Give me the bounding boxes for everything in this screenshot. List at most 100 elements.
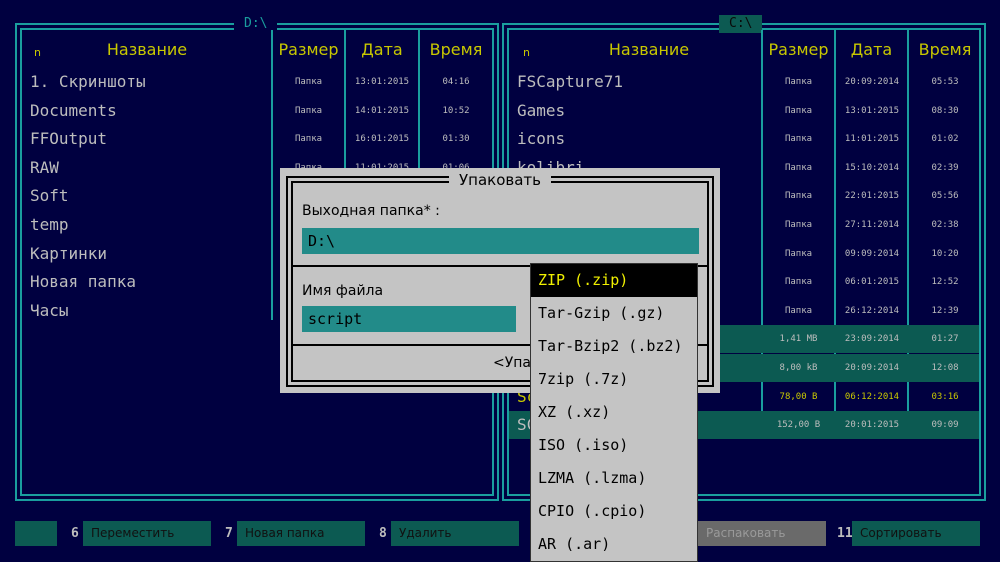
file-date: 20:09:2014: [844, 363, 900, 373]
column-header-time[interactable]: Время: [909, 40, 981, 59]
file-date: 06:12:2014: [844, 391, 900, 402]
filename-label: Имя файла: [302, 283, 384, 299]
file-time: 08:30: [931, 105, 959, 116]
file-row[interactable]: Games Папка 13:01:2015 08:30: [509, 97, 979, 125]
file-date: 14:01:2015: [354, 105, 410, 116]
file-row[interactable]: 1. Скриншоты Папка 13:01:2015 04:16: [22, 68, 492, 96]
column-header-name[interactable]: Название: [559, 40, 739, 59]
file-name: FFOutput: [30, 129, 108, 149]
file-date: 13:01:2015: [844, 105, 900, 116]
file-time: 10:52: [442, 105, 470, 116]
file-size: Папка: [784, 105, 813, 116]
file-date: 23:09:2014: [844, 334, 900, 345]
sort-button[interactable]: Сортировать: [852, 521, 980, 546]
dialog-title-text: Упаковать: [449, 171, 551, 189]
file-time: 05:53: [931, 77, 959, 87]
archive-format-dropdown[interactable]: ZIP (.zip) Tar-Gzip (.gz) Tar-Bzip2 (.bz2)…: [530, 263, 698, 562]
column-header-size[interactable]: Размер: [763, 40, 834, 59]
fkey-8-number: 8: [379, 526, 387, 541]
file-name: Games: [517, 100, 566, 120]
file-time: 09:09: [931, 420, 959, 431]
file-size: Папка: [784, 305, 813, 316]
file-time: 12:08: [931, 363, 959, 373]
format-option[interactable]: CPIO (.cpio): [531, 495, 697, 528]
file-name: Soft: [30, 186, 69, 206]
file-date: 27:11:2014: [844, 220, 900, 230]
output-folder-input[interactable]: D:\: [302, 228, 699, 254]
file-time: 05:56: [931, 191, 959, 202]
file-date: 13:01:2015: [354, 77, 410, 87]
file-time: 01:02: [931, 134, 959, 145]
file-time: 02:39: [931, 162, 959, 173]
format-option[interactable]: 7zip (.7z): [531, 363, 697, 396]
fkey-6-number: 6: [71, 526, 79, 541]
format-option[interactable]: AR (.ar): [531, 528, 697, 561]
filename-input[interactable]: script: [302, 306, 516, 332]
file-date: 22:01:2015: [844, 191, 900, 202]
format-option[interactable]: Tar-Gzip (.gz): [531, 297, 697, 330]
file-name: icons: [517, 129, 566, 149]
file-date: 06:01:2015: [844, 277, 900, 288]
file-row[interactable]: FSCapture71 Папка 20:09:2014 05:53: [509, 68, 979, 96]
file-size: 8,00 kB: [779, 363, 818, 373]
file-time: 02:38: [931, 220, 959, 230]
column-header-date[interactable]: Дата: [836, 40, 907, 59]
fkey-5-button[interactable]: [15, 521, 57, 546]
file-time: 01:27: [931, 334, 959, 345]
new-folder-button[interactable]: Новая папка: [237, 521, 365, 546]
file-size: Папка: [294, 134, 323, 145]
format-option[interactable]: Tar-Bzip2 (.bz2): [531, 330, 697, 363]
column-header-date[interactable]: Дата: [346, 40, 418, 59]
file-size: Папка: [784, 248, 813, 259]
file-name: temp: [30, 215, 69, 234]
column-header-time[interactable]: Время: [420, 40, 492, 59]
file-size: Папка: [294, 77, 323, 87]
file-time: 12:52: [931, 277, 959, 288]
file-name: 1. Скриншоты: [30, 72, 146, 91]
fkey-7-number: 7: [225, 526, 233, 541]
file-time: 12:39: [931, 305, 959, 316]
output-folder-label: Выходная папка* :: [302, 203, 440, 219]
file-name: Documents: [30, 100, 117, 120]
file-size: Папка: [784, 220, 813, 230]
file-row[interactable]: FFOutput Папка 16:01:2015 01:30: [22, 125, 492, 153]
move-button[interactable]: Переместить: [83, 521, 211, 546]
file-time: 01:30: [442, 134, 470, 145]
file-size: Папка: [784, 77, 813, 87]
file-date: 15:10:2014: [844, 162, 900, 173]
column-header-n[interactable]: n: [34, 46, 41, 59]
file-date: 20:09:2014: [844, 77, 900, 87]
file-name: RAW: [30, 157, 59, 177]
column-header-name[interactable]: Название: [62, 40, 232, 59]
file-size: Папка: [784, 277, 813, 288]
file-name: Картинки: [30, 243, 108, 263]
file-name: Часы: [30, 300, 69, 320]
dialog-title: Упаковать: [293, 170, 707, 189]
format-option[interactable]: XZ (.xz): [531, 396, 697, 429]
file-time: 10:20: [931, 248, 959, 259]
file-size: 152,00 B: [776, 420, 821, 431]
file-time: 04:16: [442, 77, 470, 87]
column-header-n[interactable]: n: [523, 46, 530, 59]
file-size: Папка: [784, 162, 813, 173]
file-date: 26:12:2014: [844, 305, 900, 316]
file-row[interactable]: Documents Папка 14:01:2015 10:52: [22, 97, 492, 125]
fkey-11-number: 11: [837, 526, 853, 541]
file-size: Папка: [294, 105, 323, 116]
file-date: 09:09:2014: [844, 248, 900, 259]
delete-button[interactable]: Удалить: [391, 521, 519, 546]
format-option[interactable]: LZMA (.lzma): [531, 462, 697, 495]
column-header-size[interactable]: Размер: [273, 40, 344, 59]
file-size: 1,41 MB: [779, 334, 818, 345]
format-option[interactable]: ISO (.iso): [531, 429, 697, 462]
format-option[interactable]: ZIP (.zip): [531, 264, 697, 297]
file-size: Папка: [784, 191, 813, 202]
file-date: 11:01:2015: [844, 134, 900, 145]
file-time: 03:16: [931, 391, 959, 402]
unpack-button[interactable]: Распаковать: [698, 521, 826, 546]
file-name: FSCapture71: [517, 72, 623, 91]
file-row[interactable]: icons Папка 11:01:2015 01:02: [509, 125, 979, 153]
file-size: 78,00 B: [779, 391, 818, 402]
right-drive-label[interactable]: C:\: [719, 15, 763, 33]
file-date: 20:01:2015: [844, 420, 900, 431]
